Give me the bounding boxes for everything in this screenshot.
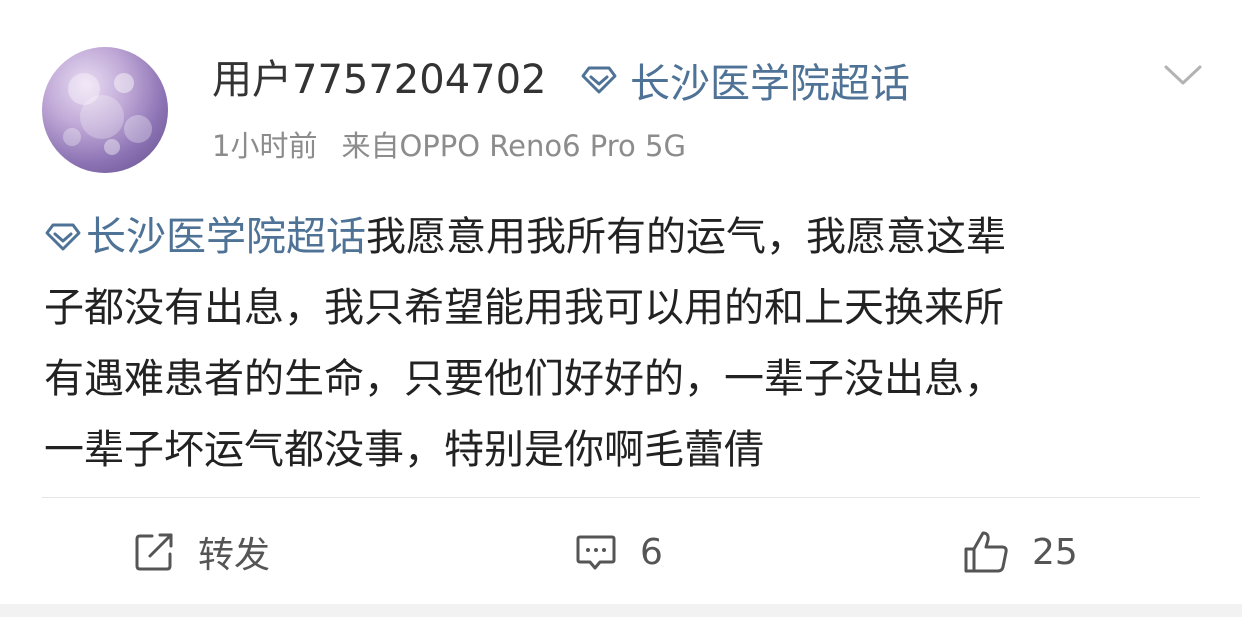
- like-count: 25: [1032, 531, 1078, 573]
- post-card: 用户7757204702 长沙医学院超话 1小时前 来自OPPO Reno6 Pr…: [0, 0, 1242, 604]
- post-meta: 1小时前 来自OPPO Reno6 Pro 5G: [212, 124, 686, 168]
- avatar[interactable]: [42, 47, 168, 173]
- avatar-image: [63, 73, 152, 155]
- post-source: 来自OPPO Reno6 Pro 5G: [341, 129, 686, 163]
- like-button[interactable]: 25: [962, 524, 1078, 580]
- supertopic-link[interactable]: 长沙医学院超话: [580, 52, 910, 108]
- repost-button[interactable]: 转发: [132, 524, 270, 580]
- repost-icon: [135, 533, 173, 571]
- feed-separator: [0, 604, 1242, 617]
- username[interactable]: 用户7757204702: [212, 52, 547, 108]
- thumbs-up-icon: [964, 531, 1008, 573]
- inline-supertopic-name: 长沙医学院超话: [86, 214, 366, 260]
- post-content: 长沙医学院超话我愿意用我所有的运气，我愿意这辈 子都没有出息，我只希望能用我可以…: [44, 202, 1204, 486]
- repost-label: 转发: [198, 535, 271, 576]
- diamond-topic-icon: [45, 223, 81, 251]
- content-line: 子都没有出息，我只希望能用我可以用的和上天换来所: [44, 285, 1004, 331]
- content-line: 一辈子坏运气都没事，特别是你啊毛蕾倩: [44, 427, 764, 473]
- inline-supertopic-link[interactable]: 长沙医学院超话: [44, 214, 366, 260]
- divider: [42, 497, 1200, 498]
- supertopic-name: 长沙医学院超话: [630, 61, 910, 107]
- comment-button[interactable]: 6: [574, 524, 663, 580]
- chevron-down-icon[interactable]: [1162, 60, 1204, 90]
- comment-icon: [576, 535, 616, 570]
- post-time: 1小时前: [212, 129, 318, 163]
- comment-count: 6: [640, 531, 663, 573]
- content-line: 有遇难患者的生命，只要他们好好的，一辈子没出息，: [44, 356, 1004, 402]
- content-text: 我愿意用我所有的运气，我愿意这辈: [366, 214, 1006, 260]
- content-line: 长沙医学院超话我愿意用我所有的运气，我愿意这辈: [44, 202, 1204, 273]
- diamond-topic-icon: [581, 66, 617, 94]
